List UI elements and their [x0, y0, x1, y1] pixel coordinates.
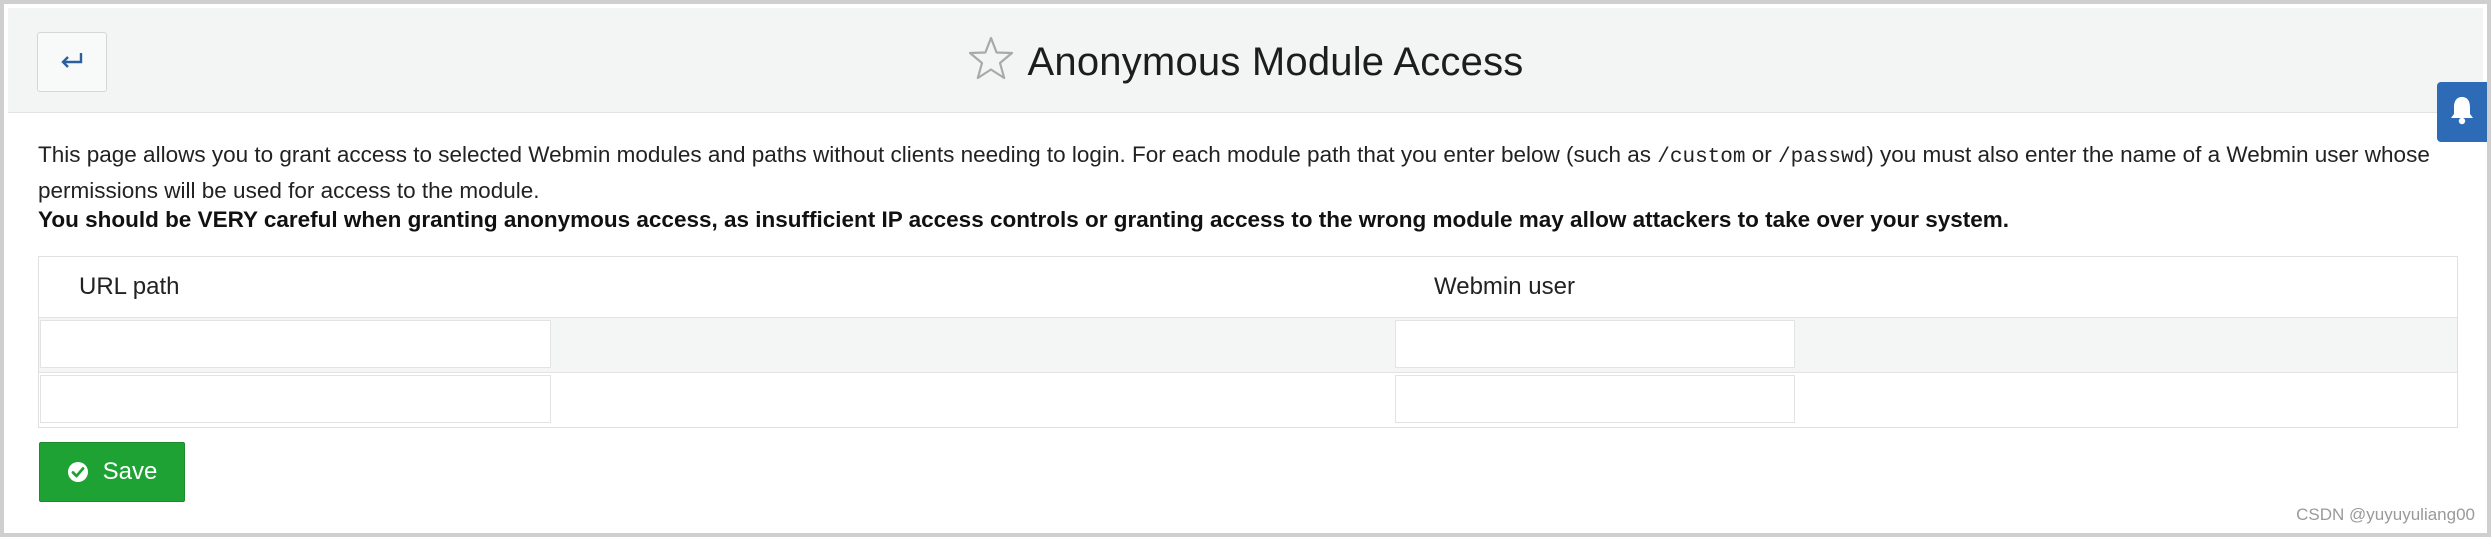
title-container: Anonymous Module Access — [8, 32, 2483, 92]
page-frame: Anonymous Module Access This page allows… — [0, 0, 2491, 537]
column-header-webmin-user: Webmin user — [1434, 273, 1575, 300]
description-text: This page allows you to grant access to … — [38, 142, 1658, 167]
url-path-input[interactable] — [40, 375, 551, 423]
code-passwd-path: /passwd — [1778, 146, 1867, 169]
table-row — [39, 373, 2457, 427]
anonymous-access-table: URL path Webmin user — [38, 256, 2458, 428]
watermark: CSDN @yuyuyuliang00 — [2296, 505, 2475, 524]
page-header: Anonymous Module Access — [8, 8, 2483, 113]
table-row — [39, 318, 2457, 373]
page-title: Anonymous Module Access — [1027, 39, 1524, 84]
bell-icon — [2448, 94, 2476, 131]
webmin-user-input[interactable] — [1395, 375, 1795, 423]
page-description: This page allows you to grant access to … — [38, 138, 2458, 207]
security-warning: You should be VERY careful when granting… — [38, 207, 2010, 232]
table-header: URL path Webmin user — [39, 257, 2457, 318]
check-circle-icon — [67, 461, 89, 483]
star-outline-icon[interactable] — [968, 36, 1014, 85]
description-text: or — [1745, 142, 1778, 167]
url-path-input[interactable] — [40, 320, 551, 368]
save-button[interactable]: Save — [39, 442, 185, 502]
code-custom-path: /custom — [1657, 146, 1746, 169]
webmin-user-input[interactable] — [1395, 320, 1795, 368]
column-header-url-path: URL path — [79, 273, 180, 300]
save-button-label: Save — [102, 458, 158, 485]
notifications-button[interactable] — [2437, 82, 2487, 142]
